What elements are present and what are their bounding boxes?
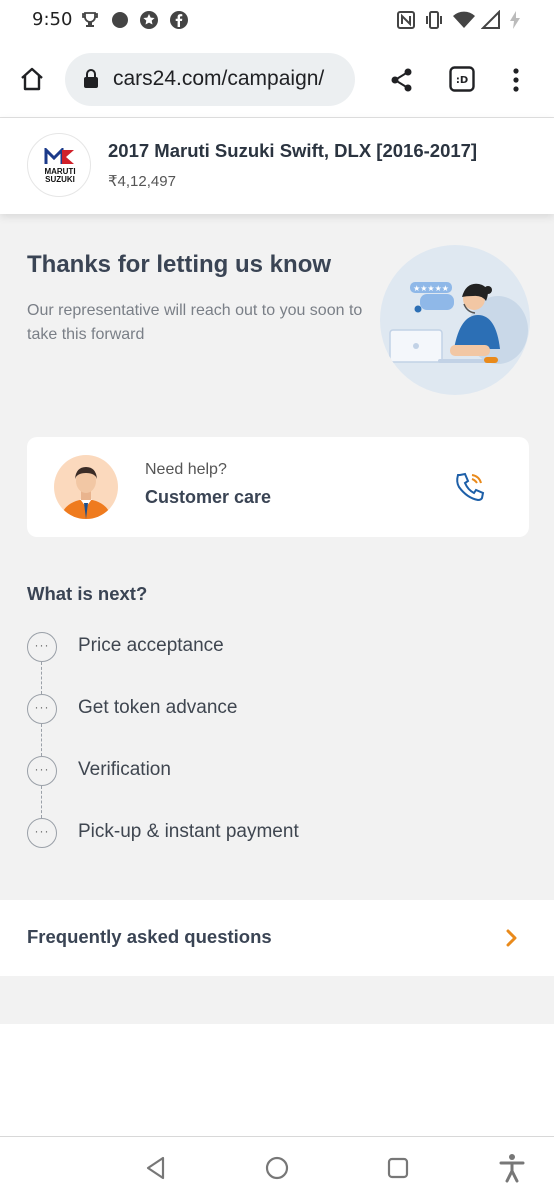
trophy-icon (82, 12, 98, 27)
step-pending-icon: ··· (27, 756, 57, 786)
nfc-icon (397, 11, 415, 29)
jio-icon (112, 12, 128, 28)
rating-stars: ★★★★★ (413, 284, 449, 293)
brand-logo: MARUTI SUZUKI (27, 133, 91, 197)
step-pending-icon: ··· (27, 632, 57, 662)
step-item: ··· Pick-up & instant payment (27, 818, 447, 848)
chevron-right-icon (506, 929, 517, 947)
step-label: Pick-up & instant payment (78, 821, 299, 842)
step-pending-icon: ··· (27, 818, 57, 848)
browser-toolbar: cars24.com/campaign/ :D (0, 40, 554, 118)
svg-text::D: :D (456, 75, 468, 86)
share-icon[interactable] (389, 67, 415, 93)
support-agent-icon: ★★★★★ (389, 282, 528, 364)
lock-icon (84, 69, 98, 88)
home-icon[interactable] (18, 65, 46, 93)
step-item: ··· Get token advance (27, 694, 447, 724)
step-item: ··· Verification (27, 756, 447, 786)
back-icon[interactable] (141, 1153, 171, 1183)
suzuki-logo-icon (44, 148, 74, 164)
accessibility-icon[interactable] (497, 1153, 527, 1183)
cell-signal-icon (481, 10, 500, 29)
step-pending-icon: ··· (27, 694, 57, 724)
tab-switcher-icon[interactable]: :D (449, 66, 475, 92)
faq-label: Frequently asked questions (27, 926, 272, 947)
car-title: 2017 Maruti Suzuki Swift, DLX [2016-2017… (108, 140, 478, 161)
status-bar: 9:50 (0, 0, 554, 40)
overflow-menu-icon[interactable] (506, 67, 526, 93)
home-nav-icon[interactable] (262, 1153, 292, 1183)
step-connector (41, 786, 42, 818)
recents-icon[interactable] (383, 1153, 413, 1183)
facebook-icon (170, 11, 188, 29)
support-agent-illustration: ★★★★★ (380, 245, 530, 395)
system-navigation-bar (0, 1136, 554, 1200)
car-price: ₹4,12,497 (108, 173, 176, 190)
customer-care-label: Customer care (145, 487, 272, 507)
step-item: ··· Price acceptance (27, 632, 447, 662)
star-notification-icon (140, 11, 158, 29)
step-label: Verification (78, 759, 171, 780)
thanks-subtitle: Our representative will reach out to you… (27, 302, 363, 343)
car-summary-header: MARUTI SUZUKI 2017 Maruti Suzuki Swift, … (0, 118, 554, 214)
thanks-title: Thanks for letting us know (27, 251, 332, 278)
step-label: Get token advance (78, 697, 238, 718)
vibrate-icon (426, 11, 442, 29)
customer-care-card[interactable]: Need help? Customer care (27, 437, 529, 537)
url-text: cars24.com/campaign/ (113, 67, 325, 90)
faq-row[interactable]: Frequently asked questions (0, 900, 554, 976)
customer-care-avatar (54, 455, 118, 519)
step-connector (41, 724, 42, 756)
phone-call-icon[interactable] (451, 469, 487, 505)
agent-avatar-icon (60, 467, 112, 519)
address-bar[interactable]: cars24.com/campaign/ (65, 53, 355, 106)
step-connector (41, 662, 42, 694)
whats-next-heading: What is next? (27, 583, 148, 604)
status-time: 9:50 (32, 9, 73, 30)
step-label: Price acceptance (78, 635, 224, 656)
wifi-icon (453, 11, 475, 28)
logo-text-suzuki: SUZUKI (45, 175, 75, 184)
battery-charging-icon (510, 11, 520, 29)
help-prompt: Need help? (145, 461, 227, 478)
main-content: Thanks for letting us know Our represent… (0, 214, 554, 1024)
